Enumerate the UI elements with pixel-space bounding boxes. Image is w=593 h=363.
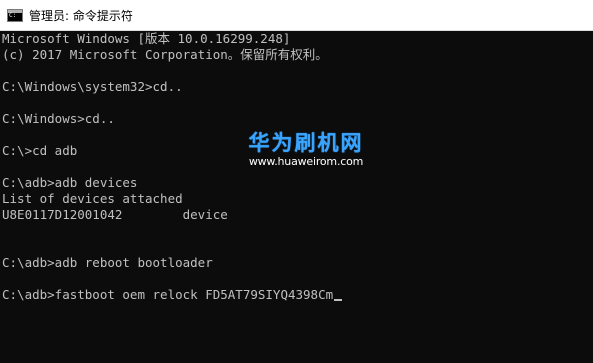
console-output[interactable]: Microsoft Windows [版本 10.0.16299.248] (c… [0,31,593,363]
command-text: C:\adb>fastboot oem relock FD5AT79SIYQ43… [2,287,334,302]
console-line-fastboot-relock: C:\adb>fastboot oem relock FD5AT79SIYQ43… [2,287,343,303]
text-cursor [334,299,343,301]
console-line-reboot-bootloader: C:\adb>adb reboot bootloader [2,255,213,270]
console-line-version: Microsoft Windows [版本 10.0.16299.248] [2,31,291,46]
title-bar[interactable]: 管理员: 命令提示符 [0,0,593,31]
cmd-window: 管理员: 命令提示符 Microsoft Windows [版本 10.0.16… [0,0,593,363]
cmd-icon[interactable] [7,8,23,22]
console-line-copyright: (c) 2017 Microsoft Corporation。保留所有权利。 [2,47,328,62]
console-line-adb-devices: C:\adb>adb devices [2,175,138,190]
window-title: 管理员: 命令提示符 [29,8,133,23]
console-line-device-entry: U8E0117D12001042 device [2,207,228,222]
console-line-cd-system32: C:\Windows\system32>cd.. [2,79,183,94]
console-line-cd-adb: C:\>cd adb [2,143,78,158]
console-line-list-devices: List of devices attached [2,191,183,206]
console-line-cd-windows: C:\Windows>cd.. [2,111,115,126]
